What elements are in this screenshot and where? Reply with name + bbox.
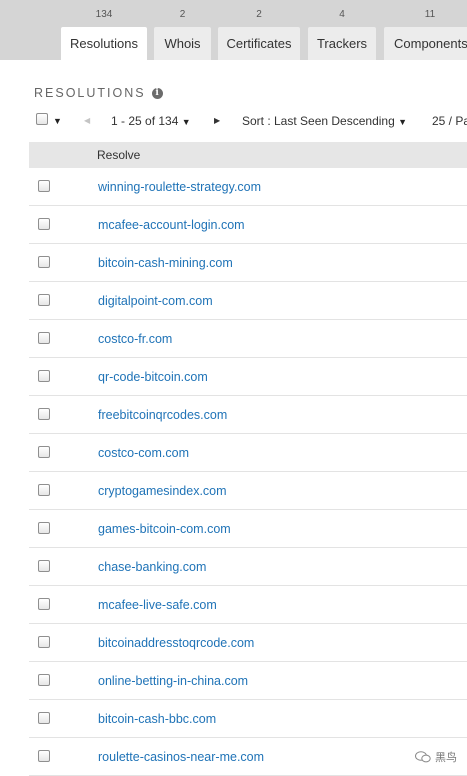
- watermark-text: 黑鸟: [435, 752, 457, 764]
- resolve-link[interactable]: qr-code-bitcoin.com: [98, 358, 208, 396]
- table-row: mcafee-account-login.com: [29, 206, 467, 244]
- tab-count: 2: [256, 9, 262, 20]
- watermark: 黑鸟: [415, 749, 457, 765]
- tab-components[interactable]: 11 Components: [384, 0, 467, 60]
- table-row: cryptogamesindex.com: [29, 472, 467, 510]
- wechat-icon: [415, 751, 431, 763]
- resolve-link[interactable]: online-betting-in-china.com: [98, 662, 248, 700]
- row-checkbox[interactable]: [38, 446, 50, 458]
- resolve-link[interactable]: costco-com.com: [98, 434, 189, 472]
- row-checkbox[interactable]: [38, 712, 50, 724]
- section-title: RESOLUTIONS: [34, 86, 146, 100]
- resolve-link[interactable]: chase-banking.com: [98, 548, 206, 586]
- row-checkbox[interactable]: [38, 218, 50, 230]
- pagination-caret-icon: ▼: [181, 117, 191, 127]
- row-checkbox[interactable]: [38, 180, 50, 192]
- pagination-range[interactable]: 1 - 25 of 134 ▼: [111, 114, 191, 128]
- table-row: bitcoinaddresstoqrcode.com: [29, 624, 467, 662]
- row-checkbox[interactable]: [38, 370, 50, 382]
- resolve-link[interactable]: mcafee-account-login.com: [98, 206, 245, 244]
- tab-resolutions[interactable]: 134 Resolutions: [61, 0, 147, 60]
- tab-whois[interactable]: 2 Whois: [154, 0, 211, 60]
- table-row: bitcoin-cash-mining.com: [29, 244, 467, 282]
- tab-count: 11: [424, 9, 436, 20]
- resolve-link[interactable]: freebitcoinqrcodes.com: [98, 396, 227, 434]
- resolutions-table: winning-roulette-strategy.com mcafee-acco…: [29, 168, 467, 776]
- sort-caret-icon: ▼: [398, 117, 408, 127]
- resolve-link[interactable]: digitalpoint-com.com: [98, 282, 213, 320]
- table-row: online-betting-in-china.com: [29, 662, 467, 700]
- table-row: freebitcoinqrcodes.com: [29, 396, 467, 434]
- sort-dropdown[interactable]: Sort : Last Seen Descending ▼: [242, 114, 407, 128]
- per-page-dropdown[interactable]: 25 / Pa: [432, 114, 467, 128]
- row-checkbox[interactable]: [38, 256, 50, 268]
- row-checkbox[interactable]: [38, 636, 50, 648]
- tab-label[interactable]: Whois: [154, 27, 211, 60]
- table-toolbar: ▼ ◀ 1 - 25 of 134 ▼ ▶ Sort : Last Seen D…: [0, 110, 467, 132]
- pagination-text: 1 - 25 of 134: [111, 114, 179, 128]
- resolve-link[interactable]: bitcoin-cash-bbc.com: [98, 700, 216, 738]
- row-checkbox[interactable]: [38, 674, 50, 686]
- resolve-link[interactable]: games-bitcoin-com.com: [98, 510, 231, 548]
- info-icon[interactable]: i: [151, 87, 163, 99]
- table-row: winning-roulette-strategy.com: [29, 168, 467, 206]
- resolve-link[interactable]: bitcoin-cash-mining.com: [98, 244, 233, 282]
- row-checkbox[interactable]: [38, 484, 50, 496]
- tab-certificates[interactable]: 2 Certificates: [218, 0, 300, 60]
- row-checkbox[interactable]: [38, 560, 50, 572]
- table-row: games-bitcoin-com.com: [29, 510, 467, 548]
- previous-page-icon[interactable]: ◀: [84, 116, 90, 125]
- tab-label[interactable]: Components: [384, 27, 467, 60]
- tab-count: 134: [95, 9, 113, 20]
- section-header: RESOLUTIONS i: [34, 86, 163, 100]
- tab-bar: 134 Resolutions 2 Whois 2 Certificates 4…: [0, 0, 467, 60]
- resolve-link[interactable]: cryptogamesindex.com: [98, 472, 227, 510]
- row-checkbox[interactable]: [38, 522, 50, 534]
- row-checkbox[interactable]: [38, 750, 50, 762]
- tab-label[interactable]: Trackers: [308, 27, 376, 60]
- tab-label[interactable]: Resolutions: [61, 27, 147, 60]
- tab-trackers[interactable]: 4 Trackers: [308, 0, 376, 60]
- table-row: costco-com.com: [29, 434, 467, 472]
- table-row: chase-banking.com: [29, 548, 467, 586]
- table-row: bitcoin-cash-bbc.com: [29, 700, 467, 738]
- table-row: costco-fr.com: [29, 320, 467, 358]
- row-checkbox[interactable]: [38, 332, 50, 344]
- table-row: mcafee-live-safe.com: [29, 586, 467, 624]
- tab-count: 2: [179, 9, 186, 20]
- row-checkbox[interactable]: [38, 408, 50, 420]
- next-page-icon[interactable]: ▶: [214, 116, 220, 125]
- select-dropdown-caret-icon[interactable]: ▼: [53, 116, 62, 126]
- sort-label: Sort : Last Seen Descending: [242, 114, 395, 128]
- tab-label[interactable]: Certificates: [218, 27, 300, 60]
- resolve-link[interactable]: bitcoinaddresstoqrcode.com: [98, 624, 254, 662]
- resolve-link[interactable]: mcafee-live-safe.com: [98, 586, 217, 624]
- row-checkbox[interactable]: [38, 598, 50, 610]
- resolve-link[interactable]: winning-roulette-strategy.com: [98, 168, 261, 206]
- table-row: qr-code-bitcoin.com: [29, 358, 467, 396]
- resolve-link[interactable]: costco-fr.com: [98, 320, 172, 358]
- tab-count: 4: [339, 9, 345, 20]
- column-header-resolve[interactable]: Resolve: [97, 142, 140, 168]
- table-row: roulette-casinos-near-me.com: [29, 738, 467, 776]
- resolve-link[interactable]: roulette-casinos-near-me.com: [98, 738, 264, 776]
- row-checkbox[interactable]: [38, 294, 50, 306]
- table-header: Resolve: [29, 142, 467, 168]
- select-all-checkbox[interactable]: [36, 113, 48, 125]
- table-row: digitalpoint-com.com: [29, 282, 467, 320]
